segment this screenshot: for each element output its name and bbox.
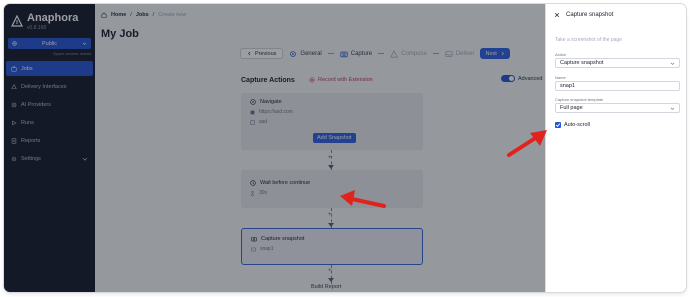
drawer-header: Capture snapshot	[554, 12, 613, 18]
template-label: Capture snapshot template	[555, 97, 604, 102]
action-label: Action	[555, 52, 567, 57]
name-value: snap1	[560, 83, 575, 89]
app-window: Anaphora v0.8.168 Public Space access: a…	[4, 4, 686, 292]
name-input[interactable]: snap1	[555, 81, 680, 91]
drawer-subtitle: Take a screenshot of the page	[555, 37, 622, 43]
action-value: Capture snapshot	[560, 60, 604, 66]
autoscroll-option[interactable]: Auto-scroll	[555, 122, 590, 128]
template-value: Full page	[560, 105, 583, 111]
autoscroll-checkbox[interactable]	[555, 122, 561, 128]
check-icon	[555, 123, 561, 127]
drawer-title: Capture snapshot	[566, 12, 614, 18]
chevron-down-icon	[670, 62, 675, 65]
chevron-down-icon	[670, 107, 675, 110]
modal-backdrop[interactable]	[4, 4, 545, 292]
close-icon[interactable]	[554, 12, 560, 18]
name-label: Name	[555, 75, 566, 80]
action-select[interactable]: Capture snapshot	[555, 58, 680, 68]
autoscroll-label: Auto-scroll	[564, 122, 590, 128]
capture-snapshot-drawer: Capture snapshot Take a screenshot of th…	[545, 4, 686, 292]
template-select[interactable]: Full page	[555, 103, 680, 113]
